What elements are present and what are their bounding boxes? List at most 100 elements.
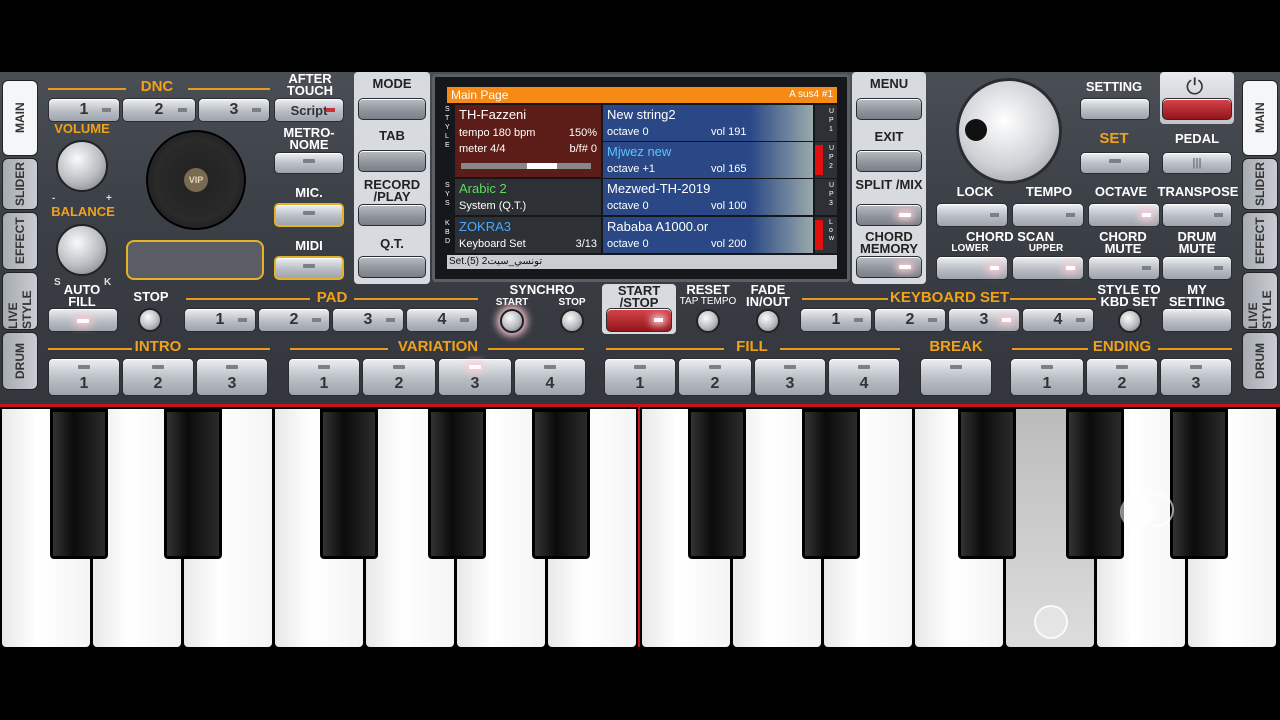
balance-knob[interactable] xyxy=(56,224,108,276)
black-key[interactable] xyxy=(958,409,1016,559)
tab-button[interactable] xyxy=(358,150,426,172)
tab-live-style-left[interactable]: LIVE STYLE xyxy=(2,272,38,330)
my-setting-button[interactable] xyxy=(1162,308,1232,332)
tab-slider-right[interactable]: SLIDER xyxy=(1242,158,1278,210)
ending-button-3[interactable]: 3 xyxy=(1160,358,1232,396)
black-key[interactable] xyxy=(1066,409,1124,559)
black-key[interactable] xyxy=(1170,409,1228,559)
drum-mute-button[interactable] xyxy=(1162,256,1232,280)
pad-button-1[interactable]: 1 xyxy=(184,308,256,332)
power-button[interactable] xyxy=(1162,98,1232,120)
pad-4-label: 4 xyxy=(437,311,447,328)
menu-button[interactable] xyxy=(856,98,922,120)
script-button[interactable]: Script xyxy=(274,98,344,122)
pad-button-4[interactable]: 4 xyxy=(406,308,478,332)
auto-fill-button[interactable] xyxy=(48,308,118,332)
black-key[interactable] xyxy=(164,409,222,559)
data-dial[interactable] xyxy=(956,78,1062,184)
tab-live-style-right[interactable]: LIVE STYLE xyxy=(1242,272,1278,330)
reset-knob[interactable] xyxy=(696,309,720,333)
after-touch-label: AFTER TOUCH xyxy=(287,71,333,98)
split-mix-button[interactable] xyxy=(856,204,922,226)
mic-button[interactable] xyxy=(274,203,344,227)
upper2-cell[interactable]: Mjwez new octave +1 vol 165 xyxy=(603,142,813,178)
volume-knob[interactable] xyxy=(56,140,108,192)
kbd-set-button-3[interactable]: 3 xyxy=(948,308,1020,332)
qt-button[interactable] xyxy=(358,256,426,278)
black-key[interactable] xyxy=(532,409,590,559)
pitch-pad[interactable] xyxy=(126,240,264,280)
synchro-stop-knob[interactable] xyxy=(560,309,584,333)
setting-button[interactable] xyxy=(1080,98,1150,120)
tab-slider-left[interactable]: SLIDER xyxy=(2,158,38,210)
transpose-button[interactable] xyxy=(1162,203,1232,227)
black-key[interactable] xyxy=(320,409,378,559)
dnc-button-1[interactable]: 1 xyxy=(48,98,120,122)
lower-cell[interactable]: Rababa A1000.or octave 0 vol 200 xyxy=(603,217,813,253)
fade-knob[interactable] xyxy=(756,309,780,333)
kbd-cell[interactable]: ZOKRA3 Keyboard Set 3/13 xyxy=(455,217,601,253)
vip-disc[interactable]: VIP xyxy=(146,130,246,230)
system-cell[interactable]: Arabic 2 System (Q.T.) xyxy=(455,179,601,215)
metronome-button[interactable] xyxy=(274,152,344,174)
stop-knob[interactable] xyxy=(138,308,162,332)
break-button[interactable] xyxy=(920,358,992,396)
variation-button-1[interactable]: 1 xyxy=(288,358,360,396)
chord-scan-lower-button[interactable] xyxy=(936,256,1008,280)
tab-main-left[interactable]: MAIN xyxy=(2,80,38,156)
kbd-set-button-2[interactable]: 2 xyxy=(874,308,946,332)
intro-button-2[interactable]: 2 xyxy=(122,358,194,396)
tab-effect-left[interactable]: EFFECT xyxy=(2,212,38,270)
upper3-cell[interactable]: Mezwed-TH-2019 octave 0 vol 100 xyxy=(603,179,813,215)
intro-button-1[interactable]: 1 xyxy=(48,358,120,396)
kbd-set-button-1[interactable]: 1 xyxy=(800,308,872,332)
fill-button-1[interactable]: 1 xyxy=(604,358,676,396)
tab-main-right[interactable]: MAIN xyxy=(1242,80,1278,156)
intro-button-3[interactable]: 3 xyxy=(196,358,268,396)
variation-button-3[interactable]: 3 xyxy=(438,358,512,396)
power-icon[interactable]: ⏻ xyxy=(1186,74,1203,100)
record-play-button[interactable] xyxy=(358,204,426,226)
fill-button-3[interactable]: 3 xyxy=(754,358,826,396)
dnc-button-2[interactable]: 2 xyxy=(122,98,196,122)
ending-button-2[interactable]: 2 xyxy=(1086,358,1158,396)
metronome-led xyxy=(303,159,315,163)
style-to-kbd-knob[interactable] xyxy=(1118,309,1142,333)
style-cell[interactable]: TH-Fazzeni tempo 180 bpm 150% meter 4/4 … xyxy=(455,105,601,177)
intro-label: INTRO xyxy=(134,338,182,355)
variation-label: VARIATION xyxy=(397,338,479,355)
tab-drum-right[interactable]: DRUM xyxy=(1242,332,1278,390)
octave-button[interactable] xyxy=(1088,203,1160,227)
synchro-start-knob[interactable] xyxy=(500,309,524,333)
upper1-cell[interactable]: New string2 octave 0 vol 191 xyxy=(603,105,813,141)
exit-button[interactable] xyxy=(856,150,922,172)
touch-indicator xyxy=(1034,605,1068,639)
mode-button[interactable] xyxy=(358,98,426,120)
pedal-button[interactable]: ||| xyxy=(1162,152,1232,174)
pad-button-3[interactable]: 3 xyxy=(332,308,404,332)
midi-led xyxy=(303,264,315,268)
tempo-button[interactable] xyxy=(1012,203,1084,227)
black-key[interactable] xyxy=(50,409,108,559)
set-button[interactable] xyxy=(1080,152,1150,174)
ending-button-1[interactable]: 1 xyxy=(1010,358,1084,396)
pad-button-2[interactable]: 2 xyxy=(258,308,330,332)
fill-button-2[interactable]: 2 xyxy=(678,358,752,396)
tab-effect-right[interactable]: EFFECT xyxy=(1242,212,1278,270)
black-key[interactable] xyxy=(428,409,486,559)
chord-scan-upper-button[interactable] xyxy=(1012,256,1084,280)
start-stop-button[interactable] xyxy=(606,308,672,332)
dnc-button-3[interactable]: 3 xyxy=(198,98,270,122)
black-key[interactable] xyxy=(802,409,860,559)
script-label: Script xyxy=(290,102,328,118)
chord-memory-button[interactable] xyxy=(856,256,922,278)
tab-drum-left[interactable]: DRUM xyxy=(2,332,38,390)
chord-mute-button[interactable] xyxy=(1088,256,1160,280)
kbd-set-button-4[interactable]: 4 xyxy=(1022,308,1094,332)
midi-button[interactable] xyxy=(274,256,344,280)
variation-button-4[interactable]: 4 xyxy=(514,358,586,396)
lock-button[interactable] xyxy=(936,203,1008,227)
fill-button-4[interactable]: 4 xyxy=(828,358,900,396)
variation-button-2[interactable]: 2 xyxy=(362,358,436,396)
black-key[interactable] xyxy=(688,409,746,559)
